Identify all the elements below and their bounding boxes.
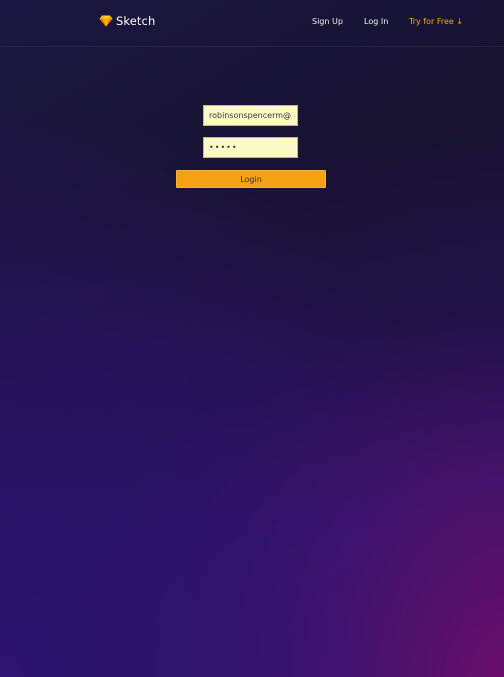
nav-log-in-link[interactable]: Log In [364, 17, 388, 26]
login-button[interactable]: Login [176, 170, 326, 188]
diamond-icon [99, 15, 113, 27]
nav-try-for-free-link[interactable]: Try for Free ↓ [409, 17, 463, 26]
top-navbar: Sketch Sign Up Log In Try for Free ↓ [0, 0, 504, 47]
nav-sign-up-link[interactable]: Sign Up [312, 17, 343, 26]
email-field[interactable] [203, 105, 298, 126]
brand-logo[interactable]: Sketch [99, 14, 155, 28]
password-field[interactable] [203, 137, 298, 158]
brand-name: Sketch [116, 14, 156, 28]
